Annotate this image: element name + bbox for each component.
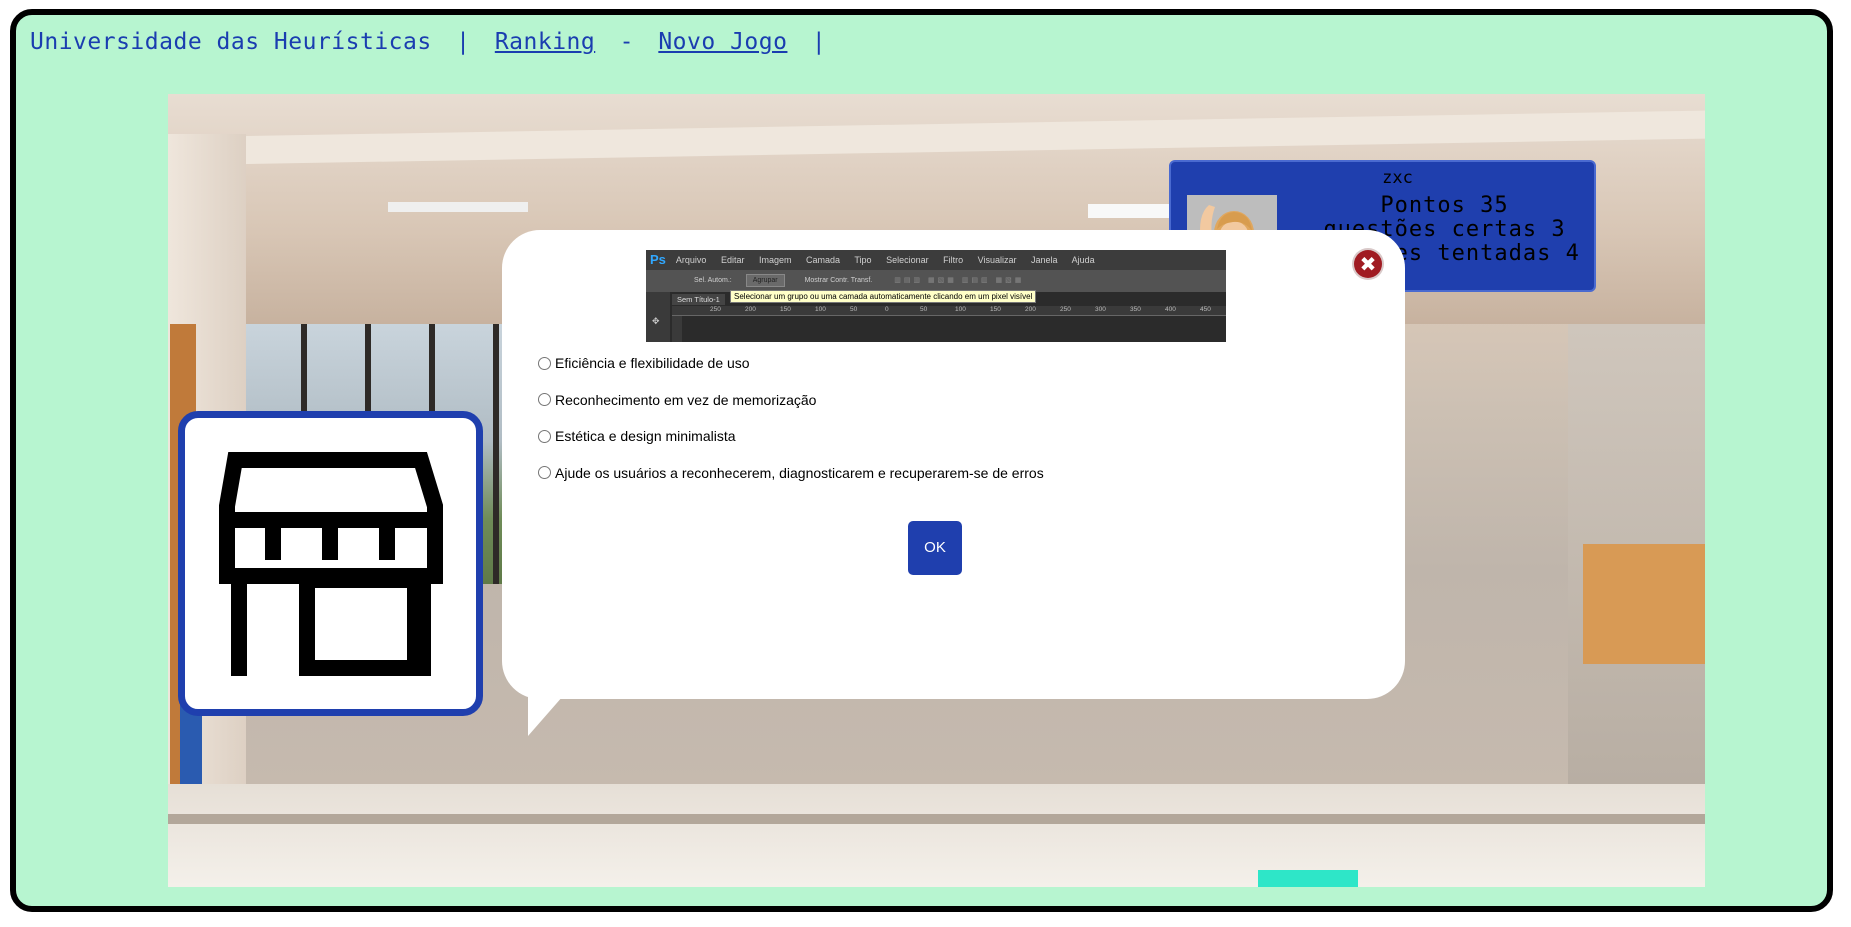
nav-divider: |	[456, 29, 471, 55]
move-tool-icon: ✥	[652, 316, 660, 326]
align-icons: ▥▤▥ ▦▧▦ ▥▤▥ ▦▧▦	[894, 277, 1025, 284]
radio-button[interactable]	[538, 429, 551, 443]
points-label: Pontos 35	[1380, 193, 1509, 218]
radio-button[interactable]	[538, 356, 551, 370]
location-card	[178, 411, 483, 716]
answer-option-label: Estética e design minimalista	[555, 428, 736, 444]
ps-tools-panel: ✥	[646, 292, 670, 342]
ruler-tick: 50	[920, 306, 928, 313]
doc-tab: Sem Título-1	[672, 294, 725, 305]
new-game-link[interactable]: Novo Jogo	[658, 29, 787, 55]
ps-toolbar: Sel. Autom.: Agrupar Mostrar Contr. Tran…	[646, 270, 1226, 292]
ruler-tick: 250	[710, 306, 721, 313]
ps-vertical-ruler	[672, 316, 682, 342]
ruler-tick: 50	[850, 306, 858, 313]
game-frame: Universidade das Heurísticas | Ranking -…	[10, 9, 1833, 912]
ps-tooltip: Selecionar um grupo ou uma camada automa…	[730, 290, 1037, 303]
ruler-tick: 400	[1165, 306, 1176, 313]
ruler-tick: 250	[1060, 306, 1071, 313]
ps-menubar: Ps Arquivo Editar Imagem Camada Tipo Sel…	[646, 250, 1226, 270]
ruler-tick: 450	[1200, 306, 1211, 313]
ruler-tick: 300	[1095, 306, 1106, 313]
answer-option-label: Reconhecimento em vez de memorização	[555, 391, 817, 408]
nav-divider: |	[811, 29, 827, 55]
site-title: Universidade das Heurísticas	[30, 29, 432, 55]
answer-option-label: Eficiência e flexibilidade de uso	[555, 355, 750, 371]
top-navigation: Universidade das Heurísticas | Ranking -…	[30, 29, 836, 55]
ruler-tick: 150	[990, 306, 1001, 313]
group-select: Agrupar	[745, 274, 785, 287]
ps-logo: Ps	[650, 252, 666, 267]
radio-button[interactable]	[538, 393, 551, 406]
answer-options: Eficiência e flexibilidade de uso Reconh…	[538, 352, 1044, 498]
ruler-tick: 200	[1025, 306, 1036, 313]
ranking-link[interactable]: Ranking	[495, 29, 595, 55]
ruler-tick: 0	[885, 306, 889, 313]
player-name: zxc	[1382, 168, 1413, 188]
answer-option[interactable]: Reconhecimento em vez de memorização	[538, 389, 1044, 411]
answer-option[interactable]: Ajude os usuários a reconhecerem, diagno…	[538, 462, 1044, 484]
ruler-tick: 100	[815, 306, 826, 313]
auto-select-label: Sel. Autom.:	[694, 277, 732, 284]
close-icon[interactable]: ✖	[1354, 250, 1382, 278]
ps-ruler: 250 200 150 100 50 0 50 100 150 200 250 300 350 400 45…	[672, 306, 1226, 316]
ruler-tick: 200	[745, 306, 756, 313]
question-dialog: ✖ Ps Arquivo Editar Imagem Camada Tipo S…	[502, 230, 1405, 699]
store-icon	[219, 452, 443, 676]
ruler-tick: 350	[1130, 306, 1141, 313]
question-screenshot: Ps Arquivo Editar Imagem Camada Tipo Sel…	[646, 250, 1226, 342]
answer-option[interactable]: Eficiência e flexibilidade de uso	[538, 352, 1044, 374]
nav-dash: -	[619, 29, 634, 55]
ok-button[interactable]: OK	[908, 521, 962, 575]
answer-option-label: Ajude os usuários a reconhecerem, diagno…	[555, 464, 1044, 481]
answer-option[interactable]: Estética e design minimalista	[538, 425, 1044, 447]
ruler-tick: 100	[955, 306, 966, 313]
ruler-tick: 150	[780, 306, 791, 313]
show-transform-label: Mostrar Contr. Transf.	[804, 277, 873, 284]
radio-button[interactable]	[538, 466, 551, 479]
